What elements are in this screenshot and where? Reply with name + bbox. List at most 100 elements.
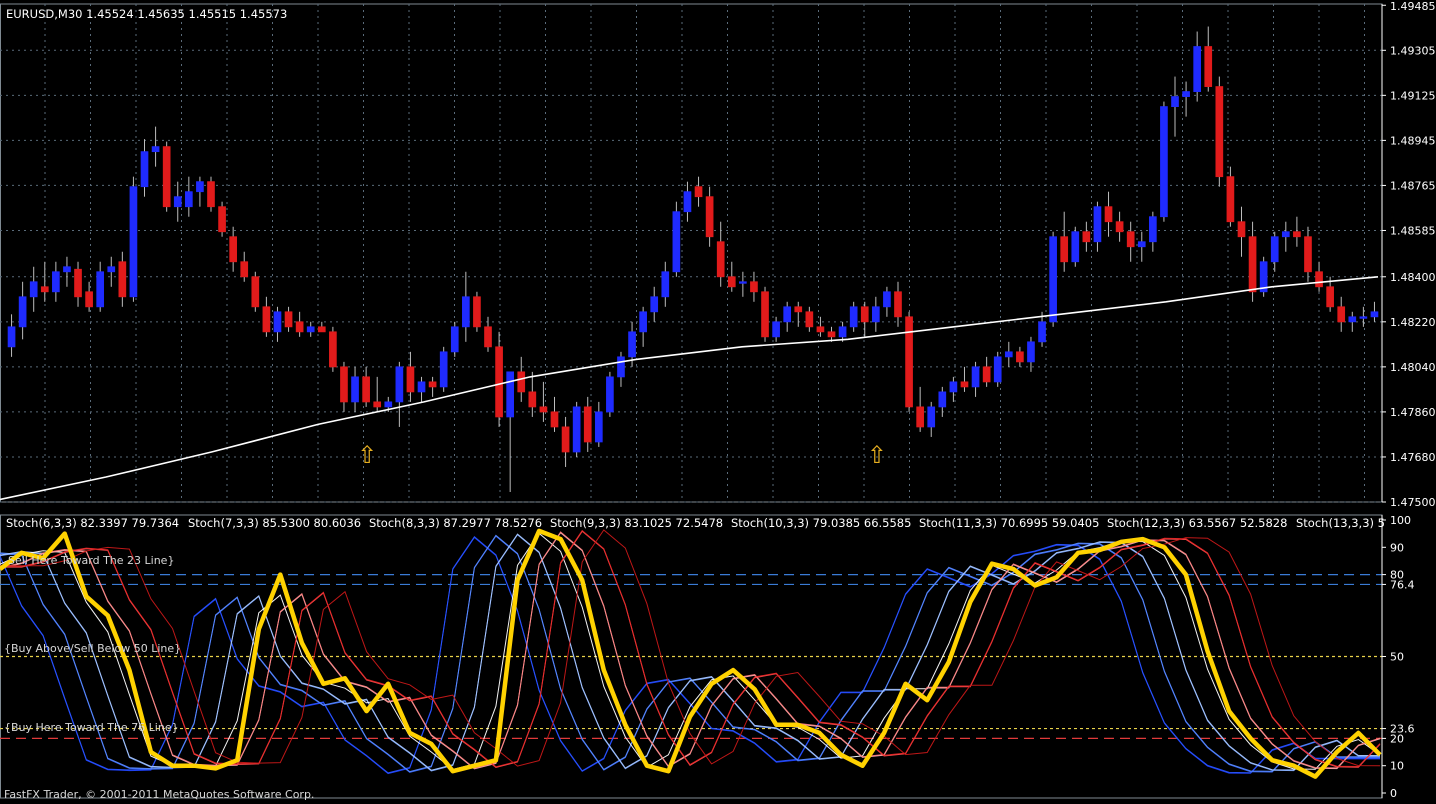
candle-body	[329, 331, 337, 368]
candle-body	[816, 326, 825, 333]
stoch-axis-label: 90	[1390, 541, 1404, 554]
candle-body	[794, 306, 803, 313]
candle-body	[140, 151, 149, 188]
candle-body	[805, 311, 814, 328]
candle-body	[705, 196, 714, 238]
candle-body	[384, 401, 393, 408]
candle-body	[727, 276, 736, 288]
candle-body	[949, 381, 958, 393]
candle-body	[905, 316, 913, 408]
candle-body	[617, 356, 625, 378]
stoch-axis-label: 76.4	[1390, 578, 1415, 591]
candle-body	[506, 371, 515, 418]
stoch-legend-item: Stoch(9,3,3) 83.1025 72.5478	[550, 516, 723, 530]
candle-body	[1348, 316, 1357, 323]
candle-body	[151, 146, 160, 153]
candle-body	[694, 186, 703, 198]
candle-body	[1049, 236, 1057, 323]
candle-body	[1104, 206, 1113, 223]
trading-chart[interactable]: ⇧ ⇧ 1.49485 1.49305 1.49125 1.48945 1.48765 1.…	[0, 0, 1436, 804]
price-axis-label: 1.48400	[1390, 271, 1436, 284]
price-axis-label: 1.48945	[1390, 134, 1436, 147]
candle-body	[284, 311, 293, 328]
stoch-legend-item: Stoch(11,3,3) 70.6995 59.0405	[919, 516, 1099, 530]
candle-body	[362, 376, 370, 403]
candle-body	[761, 291, 769, 338]
candle-body	[1226, 176, 1235, 223]
candle-body	[572, 406, 581, 453]
candle-body	[1016, 351, 1024, 363]
candle-body	[229, 236, 237, 263]
candle-body	[650, 296, 659, 313]
candle-body	[40, 286, 49, 293]
candle-body	[871, 306, 880, 323]
candle-body	[960, 381, 969, 388]
annotation-sell: Sell Here Toward The 23 Line}	[8, 554, 174, 567]
candle-body	[29, 281, 38, 298]
price-axis-label: 1.48765	[1390, 179, 1436, 192]
candle-body	[306, 326, 315, 333]
candle-body	[439, 351, 448, 388]
price-axis-label: 1.48220	[1390, 316, 1436, 329]
stoch-legend: Stoch(6,3,3) 82.3397 79.7364 Stoch(7,3,3)…	[6, 516, 1385, 530]
candle-body	[63, 266, 71, 273]
candle-body	[539, 406, 548, 413]
candle-body	[894, 291, 902, 318]
candle-body	[993, 356, 1002, 383]
candle-body	[107, 266, 116, 273]
candle-body	[916, 406, 924, 428]
candle-body	[373, 401, 382, 408]
candle-body	[827, 331, 836, 338]
candle-body	[395, 366, 404, 403]
candle-body	[1027, 341, 1035, 363]
candle-body	[1038, 321, 1046, 343]
candle-body	[1248, 236, 1257, 293]
candle-body	[1281, 231, 1290, 238]
candle-body	[18, 296, 27, 328]
candle-body	[1082, 231, 1091, 243]
candle-body	[173, 196, 182, 208]
candle-body	[1137, 241, 1146, 248]
candle-body	[118, 261, 127, 298]
candle-body	[561, 426, 570, 453]
footer-text: FastFX Trader, © 2001-2011 MetaQuotes So…	[4, 788, 314, 801]
candle-body	[739, 281, 747, 284]
candle-body	[883, 291, 891, 308]
stoch-axis-label: 50	[1390, 651, 1404, 664]
candle-body	[583, 406, 592, 443]
annotation-buy: {Buy Here Toward The 76 Line}	[4, 721, 179, 734]
candle-body	[7, 326, 16, 348]
candle-body	[1149, 216, 1157, 243]
price-axis-label: 1.49485	[1390, 0, 1436, 13]
candle-body	[240, 261, 249, 278]
candle-body	[628, 331, 636, 358]
candle-body	[129, 186, 138, 298]
candle-body	[317, 326, 326, 333]
candle-body	[1359, 316, 1368, 319]
candle-body	[550, 411, 559, 428]
candle-body	[1326, 286, 1334, 308]
candle-body	[1093, 206, 1102, 243]
candle-body	[783, 306, 792, 323]
candle-body	[1115, 221, 1124, 233]
price-axis-label: 1.49305	[1390, 44, 1436, 57]
price-axis-label: 1.49125	[1390, 89, 1436, 102]
stoch-legend-item: Stoch(7,3,3) 85.5300 80.6036	[188, 516, 361, 530]
candle-body	[340, 366, 348, 403]
candle-body	[1215, 86, 1224, 178]
candle-body	[1337, 306, 1346, 323]
buy-arrow-icon: ⇧	[867, 441, 887, 469]
candle-body	[606, 376, 614, 413]
candle-body	[1204, 46, 1213, 87]
candle-body	[927, 406, 936, 428]
candle-body	[938, 391, 947, 408]
price-axis-label: 1.47500	[1390, 496, 1436, 509]
candle-body	[1370, 311, 1379, 318]
candle-body	[96, 271, 105, 308]
candle-body	[1126, 231, 1135, 248]
candle-body	[251, 276, 260, 308]
candle-body	[1171, 96, 1179, 108]
candle-body	[450, 326, 459, 353]
annotation-middle: {Buy Above/Sell Below 50 Line}	[4, 642, 181, 655]
candle-body	[417, 381, 426, 393]
